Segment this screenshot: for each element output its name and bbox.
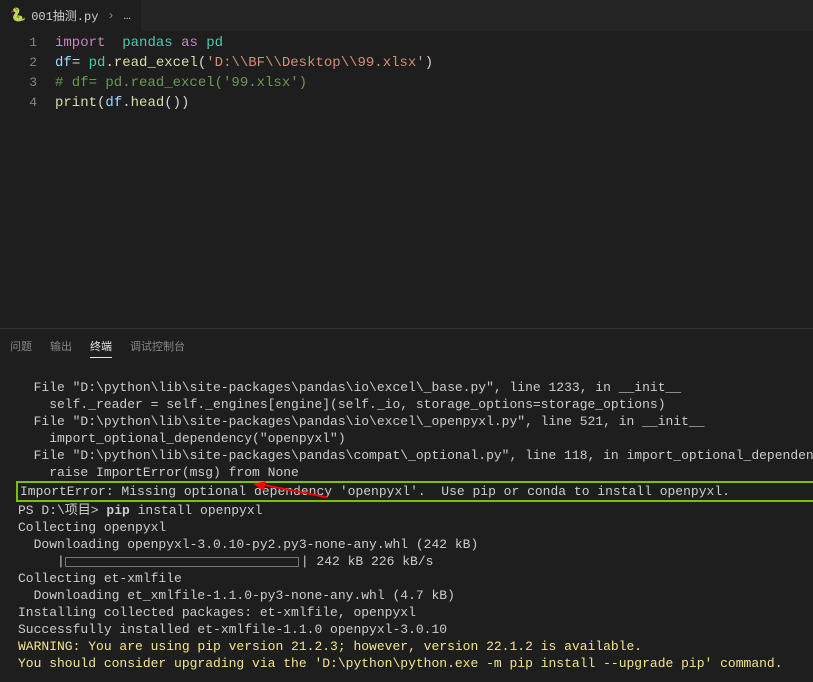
warning-line: WARNING: You are using pip version 21.2.… bbox=[18, 639, 642, 654]
code-line[interactable]: 3# df= pd.read_excel('99.xlsx') bbox=[0, 73, 813, 93]
line-number: 4 bbox=[0, 93, 55, 113]
tab-problems[interactable]: 问题 bbox=[10, 335, 32, 357]
tab-bar: 🐍 001抽测.py › … bbox=[0, 0, 813, 32]
traceback-code: self._reader = self._engines[engine](sel… bbox=[18, 397, 666, 412]
terminal-output[interactable]: File "D:\python\lib\site-packages\pandas… bbox=[0, 358, 813, 682]
download-line: Downloading et_xmlfile-1.1.0-py3-none-an… bbox=[18, 588, 455, 603]
tab-debug-console[interactable]: 调试控制台 bbox=[130, 335, 185, 357]
tab-filename: 001抽测.py bbox=[31, 7, 98, 24]
pip-args: install openpyxl bbox=[130, 503, 263, 518]
code-content[interactable]: df= pd.read_excel('D:\\BF\\Desktop\\99.x… bbox=[55, 53, 433, 73]
code-line[interactable]: 1import pandas as pd bbox=[0, 33, 813, 53]
code-content[interactable]: print(df.head()) bbox=[55, 93, 189, 113]
annotation-arrow-head bbox=[252, 479, 266, 491]
ps-prompt: PS D:\项目> bbox=[18, 503, 106, 518]
tab-output[interactable]: 输出 bbox=[50, 335, 72, 357]
panel-tabs: 问题 输出 终端 调试控制台 bbox=[0, 329, 813, 358]
progress-prefix: | bbox=[18, 554, 65, 569]
progress-suffix: | 242 kB 226 kB/s bbox=[301, 554, 434, 569]
line-number: 2 bbox=[0, 53, 55, 73]
pip-command: pip bbox=[106, 503, 129, 518]
prompt-line: PS D:\项目> pip install openpyxl bbox=[18, 503, 262, 518]
line-number: 1 bbox=[0, 33, 55, 53]
success-line: Successfully installed et-xmlfile-1.1.0 … bbox=[18, 622, 447, 637]
code-content[interactable]: import pandas as pd bbox=[55, 33, 223, 53]
warning-line: You should consider upgrading via the 'D… bbox=[18, 656, 783, 671]
progress-line: | | 242 kB 226 kB/s bbox=[18, 554, 433, 569]
breadcrumb-separator: › bbox=[103, 9, 118, 23]
error-highlight-box: ImportError: Missing optional dependency… bbox=[16, 481, 813, 502]
traceback-line: File "D:\python\lib\site-packages\pandas… bbox=[18, 414, 705, 429]
traceback-line: File "D:\python\lib\site-packages\pandas… bbox=[18, 380, 681, 395]
traceback-line: File "D:\python\lib\site-packages\pandas… bbox=[18, 448, 813, 463]
breadcrumb-more: … bbox=[124, 9, 131, 23]
code-content[interactable]: # df= pd.read_excel('99.xlsx') bbox=[55, 73, 307, 93]
code-editor[interactable]: 1import pandas as pd2df= pd.read_excel('… bbox=[0, 32, 813, 328]
code-line[interactable]: 4print(df.head()) bbox=[0, 93, 813, 113]
collecting-line: Collecting et-xmlfile bbox=[18, 571, 182, 586]
traceback-code: import_optional_dependency("openpyxl") bbox=[18, 431, 346, 446]
bottom-panel: 问题 输出 终端 调试控制台 File "D:\python\lib\site-… bbox=[0, 328, 813, 658]
download-line: Downloading openpyxl-3.0.10-py2.py3-none… bbox=[18, 537, 478, 552]
traceback-code: raise ImportError(msg) from None bbox=[18, 465, 299, 480]
code-line[interactable]: 2df= pd.read_excel('D:\\BF\\Desktop\\99.… bbox=[0, 53, 813, 73]
import-error-line: ImportError: Missing optional dependency… bbox=[20, 484, 730, 499]
progress-bar bbox=[65, 557, 299, 567]
python-file-icon: 🐍 bbox=[10, 8, 26, 23]
tab-terminal[interactable]: 终端 bbox=[90, 335, 112, 358]
line-number: 3 bbox=[0, 73, 55, 93]
file-tab[interactable]: 🐍 001抽测.py › … bbox=[0, 0, 141, 31]
collecting-line: Collecting openpyxl bbox=[18, 520, 166, 535]
installing-line: Installing collected packages: et-xmlfil… bbox=[18, 605, 416, 620]
